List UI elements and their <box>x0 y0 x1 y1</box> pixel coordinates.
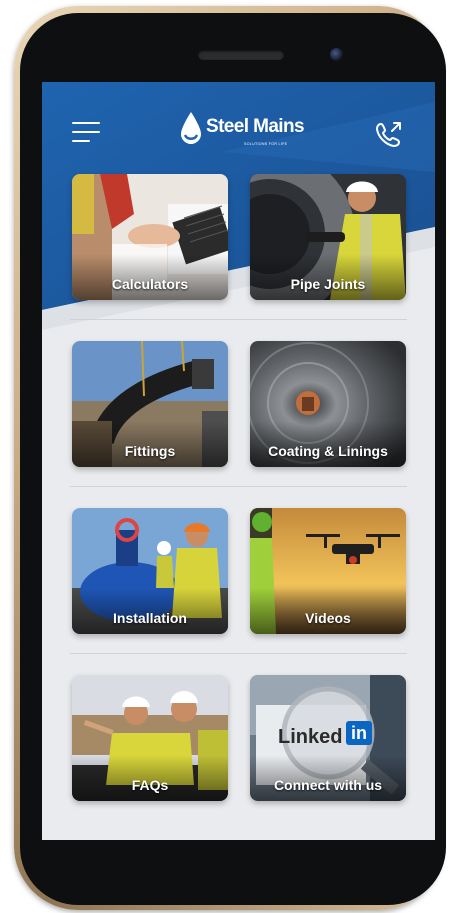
tile-label: Fittings <box>124 443 176 459</box>
tile-label: Videos <box>305 610 351 626</box>
tile-label: Installation <box>113 610 187 626</box>
tile-fittings[interactable]: Fittings <box>72 341 228 467</box>
tile-pipe-joints[interactable]: Pipe Joints <box>250 174 406 300</box>
tile-label: Coating & Linings <box>268 443 388 459</box>
earpiece-speaker <box>198 50 284 60</box>
tile-faqs[interactable]: FAQs <box>72 675 228 801</box>
tile-installation[interactable]: Installation <box>72 508 228 634</box>
tile-coating-linings[interactable]: Coating & Linings <box>250 341 406 467</box>
app-header: Steel Mains SOLUTIONS FOR LIFE <box>42 82 435 172</box>
front-camera <box>330 48 343 61</box>
tile-label: Connect with us <box>273 777 383 793</box>
brand-name: Steel Mains <box>206 116 305 137</box>
tile-label: Pipe Joints <box>290 276 366 292</box>
tile-videos[interactable]: Videos <box>250 508 406 634</box>
linkedin-text: Linked <box>278 726 342 748</box>
hamburger-menu-icon[interactable] <box>72 122 102 144</box>
row-divider <box>70 486 407 487</box>
app-screen: Steel Mains SOLUTIONS FOR LIFE Calculato… <box>42 82 435 840</box>
row-divider <box>70 653 407 654</box>
steel-mains-logo: Steel Mains SOLUTIONS FOR LIFE <box>178 110 308 150</box>
tile-label: FAQs <box>131 777 169 793</box>
brand-tagline: SOLUTIONS FOR LIFE <box>244 142 288 146</box>
row-divider <box>70 319 407 320</box>
linkedin-in-badge: in <box>351 723 367 743</box>
tile-connect-with-us[interactable]: Linked in Connect with us <box>250 675 406 801</box>
tile-label: Calculators <box>111 276 189 292</box>
phone-outgoing-icon[interactable] <box>375 120 403 148</box>
water-drop-logo-icon <box>181 112 201 144</box>
tile-calculators[interactable]: Calculators <box>72 174 228 300</box>
